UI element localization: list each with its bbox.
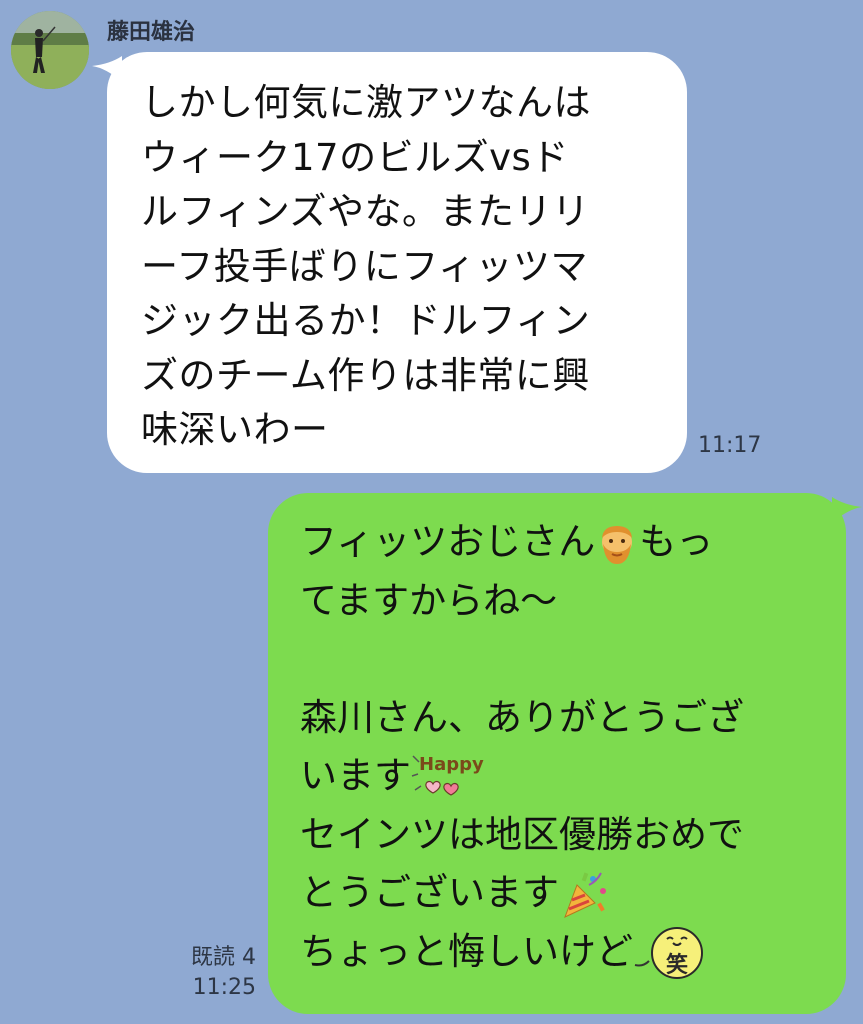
read-count: 既読 4 [191, 945, 256, 970]
party-popper-emoji [564, 872, 606, 918]
message-line: ズのチーム作りは非常に興 [141, 353, 590, 397]
bearded-man-emoji [602, 525, 633, 564]
sticker-text: Happy [419, 754, 484, 775]
message-line: ーフ投手ばりにフィッツマ [141, 244, 589, 288]
contact-name: 藤田雄治 [107, 20, 196, 45]
avatar[interactable] [11, 11, 89, 89]
happy-hearts-sticker: Happy [411, 754, 484, 796]
incoming-message-bubble[interactable]: しかし何気に激アツなんは ウィーク17のビルズvsド ルフィンズやな。またリリ … [107, 52, 687, 473]
laugh-face-sticker: 笑 [634, 927, 703, 979]
message-line: 味深いわー [141, 408, 329, 451]
message-line: セインツは地区優勝おめで [300, 812, 744, 856]
message-text: とうございます [300, 871, 559, 914]
sticker-text: 笑 [666, 952, 688, 978]
read-receipt: 既読 4 11:25 [180, 943, 256, 1003]
message-line [300, 630, 826, 689]
message-line: ちょっと悔しいけど 笑 [300, 923, 826, 982]
message-line: てますからね〜 [300, 578, 558, 622]
message-line: います Happy [300, 747, 826, 806]
message-line: フィッツおじさん もっ [300, 513, 826, 572]
message-text: います [300, 754, 411, 797]
avatar-photo [11, 11, 89, 89]
outgoing-message-bubble[interactable]: フィッツおじさん もっ てますからね〜 森川さん、ありがとうござ います Hap… [268, 493, 846, 1014]
message-line: とうございます [300, 864, 826, 923]
message-line: ジック出るか！ドルフィン [141, 299, 591, 342]
message-text: もっ [639, 520, 714, 563]
outgoing-timestamp: 11:25 [192, 975, 256, 1000]
incoming-timestamp: 11:17 [698, 433, 762, 458]
message-text: フィッツおじさん [300, 520, 596, 563]
message-line: しかし何気に激アツなんは [141, 81, 591, 124]
message-line: ウィーク17のビルズvsド [141, 135, 569, 179]
message-line: 森川さん、ありがとうござ [300, 695, 744, 739]
message-text: ちょっと悔しいけど [300, 929, 633, 973]
message-line: ルフィンズやな。またリリ [141, 190, 590, 233]
